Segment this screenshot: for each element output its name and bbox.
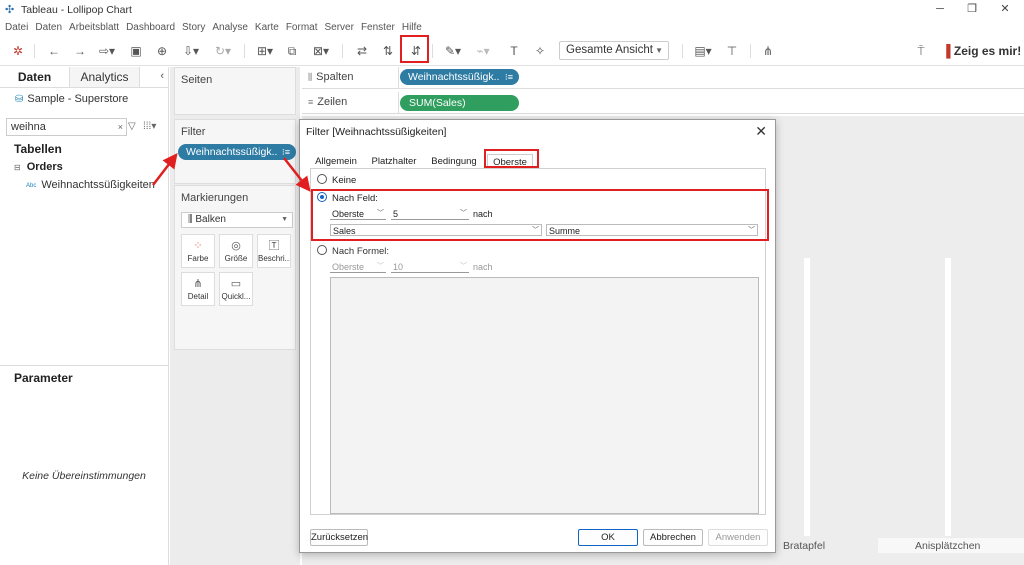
arrow-to-filter-pill: [152, 153, 178, 186]
arrow-to-dialog: [283, 157, 311, 192]
annotation-arrows: [152, 153, 311, 192]
